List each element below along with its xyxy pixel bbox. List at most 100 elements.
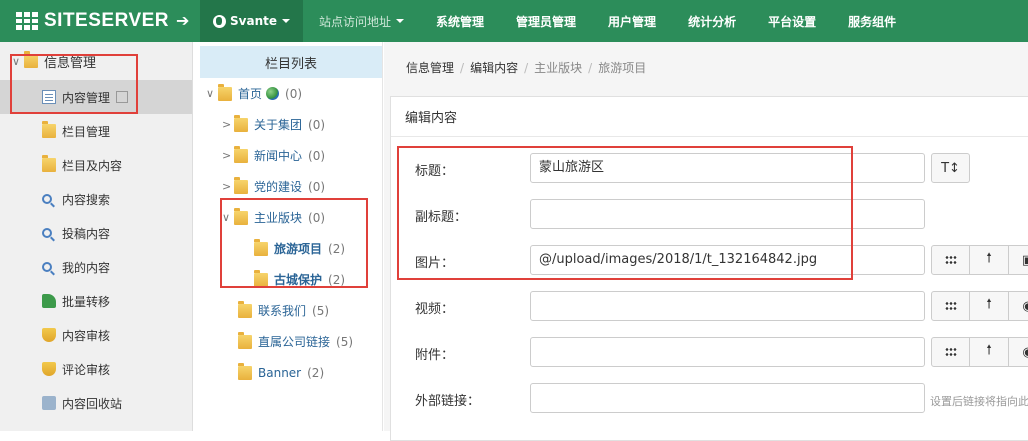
breadcrumb-item[interactable]: 编辑内容	[470, 61, 518, 75]
tree-node-old-city[interactable]: 古城保护 (2)	[200, 264, 382, 295]
sidebar-item-label: 内容审核	[62, 328, 111, 343]
tree-node-news[interactable]: > 新闻中心 (0)	[200, 140, 382, 171]
tree-title: 栏目列表	[200, 46, 382, 78]
nav-site-url[interactable]: 站点访问地址	[303, 0, 420, 42]
upload-arrow-icon: 🠕	[986, 251, 992, 266]
brand-name: SITESERVER	[44, 10, 170, 31]
select-image-button[interactable]	[931, 245, 970, 275]
field-label: 图片：	[415, 256, 455, 271]
attachment-input[interactable]	[530, 337, 925, 367]
upload-arrow-icon: 🠕	[986, 297, 992, 312]
field-external-link: 外部链接： 设置后链接将指向此	[391, 383, 1028, 415]
nav-admins[interactable]: 管理员管理	[500, 0, 592, 42]
shield-icon	[42, 362, 56, 376]
title-format-button[interactable]: T↕	[931, 153, 970, 183]
sidebar-item-label: 批量转移	[62, 294, 111, 309]
chevron-down-icon[interactable]: ∨	[206, 87, 216, 100]
field-label: 视频：	[415, 302, 455, 317]
tree-node-party[interactable]: > 党的建设 (0)	[200, 171, 382, 202]
tree-node-home[interactable]: ∨ 首页 (0)	[200, 78, 382, 109]
nav-platform[interactable]: 平台设置	[752, 0, 832, 42]
sidebar-item-content-review[interactable]: 内容审核	[0, 318, 192, 352]
crop-icon: ▣	[1021, 252, 1028, 268]
sidebar-group-info[interactable]: ∨ 信息管理	[0, 42, 192, 80]
chevron-right-icon[interactable]: >	[222, 118, 232, 131]
folder-icon	[42, 155, 56, 172]
tree-node-business[interactable]: ∨ 主业版块 (0)	[200, 202, 382, 233]
select-attachment-button[interactable]	[931, 337, 970, 367]
sidebar-item-batch-transfer[interactable]: 批量转移	[0, 284, 192, 318]
image-input[interactable]: @/upload/images/2018/1/t_132164842.jpg	[530, 245, 925, 275]
folder-icon	[234, 145, 248, 163]
select-video-button[interactable]	[931, 291, 970, 321]
title-input[interactable]: 蒙山旅游区	[530, 153, 925, 183]
sidebar-item-label: 栏目及内容	[62, 158, 123, 173]
main-nav: 站点访问地址 系统管理 管理员管理 用户管理 统计分析 平台设置 服务组件	[303, 0, 912, 42]
sidebar-item-comment-review[interactable]: 评论审核	[0, 352, 192, 386]
transfer-arrow-icon	[42, 294, 56, 308]
folder-icon	[24, 51, 38, 68]
nav-users[interactable]: 用户管理	[592, 0, 672, 42]
tree-node-count: (0)	[308, 117, 326, 132]
crop-image-button[interactable]: ▣	[1009, 245, 1028, 275]
sidebar-item-label: 评论审核	[62, 362, 111, 377]
site-switcher[interactable]: Svante	[200, 0, 303, 42]
open-external-icon[interactable]	[116, 91, 129, 103]
sidebar: ∨ 信息管理 内容管理 栏目管理 栏目及内容 内容搜索 投稿内容 我的内容 批量…	[0, 42, 193, 431]
edit-content-panel: 编辑内容 标题： 蒙山旅游区 T↕ 副标题： 图片： @/upload/imag…	[390, 96, 1028, 441]
tree-node-banner[interactable]: Banner (2)	[200, 357, 382, 388]
sidebar-item-search[interactable]: 内容搜索	[0, 182, 192, 216]
tree-node-about[interactable]: > 关于集团 (0)	[200, 109, 382, 140]
tree-node-tourism[interactable]: 旅游项目 (2)	[200, 233, 382, 264]
field-label: 标题：	[415, 164, 455, 179]
site-name: Svante	[230, 14, 277, 28]
external-link-input[interactable]	[530, 383, 925, 413]
sidebar-item-label: 投稿内容	[62, 226, 111, 241]
video-tools: 🠕 ◉	[931, 291, 1028, 321]
field-attachment: 附件： 🠕 ◉	[391, 337, 1028, 369]
folder-icon	[238, 362, 252, 380]
tree-node-contact[interactable]: 联系我们 (5)	[200, 295, 382, 326]
folder-icon	[234, 114, 248, 132]
video-input[interactable]	[530, 291, 925, 321]
globe-icon	[266, 87, 280, 100]
chevron-right-icon[interactable]: >	[222, 149, 232, 162]
sidebar-item-content[interactable]: 内容管理	[0, 80, 192, 114]
sidebar-item-submissions[interactable]: 投稿内容	[0, 216, 192, 250]
sidebar-item-channels[interactable]: 栏目管理	[0, 114, 192, 148]
tree-node-subsidiaries[interactable]: 直属公司链接 (5)	[200, 326, 382, 357]
breadcrumb-separator: /	[460, 61, 465, 75]
tree-node-label: 关于集团	[254, 118, 303, 132]
upload-video-button[interactable]: 🠕	[970, 291, 1009, 321]
subtitle-input[interactable]	[530, 199, 925, 229]
attachment-tools: 🠕 ◉	[931, 337, 1028, 367]
tree-node-count: (0)	[308, 148, 326, 163]
upload-arrow-icon: 🠕	[986, 343, 992, 358]
external-link-hint: 设置后链接将指向此	[930, 395, 1028, 408]
image-tools: 🠕 ▣	[931, 245, 1028, 275]
tree-node-count: (0)	[308, 179, 326, 194]
chevron-down-icon[interactable]: ∨	[222, 211, 232, 224]
upload-attachment-button[interactable]: 🠕	[970, 337, 1009, 367]
tree-node-count: (5)	[336, 334, 354, 349]
chevron-down-icon	[396, 19, 405, 23]
nav-system[interactable]: 系统管理	[420, 0, 500, 42]
chevron-right-icon[interactable]: >	[222, 180, 232, 193]
folder-icon	[234, 176, 248, 194]
upload-image-button[interactable]: 🠕	[970, 245, 1009, 275]
brand-logo[interactable]: SITESERVER	[0, 0, 200, 42]
sidebar-item-channels-content[interactable]: 栏目及内容	[0, 148, 192, 182]
collapse-arrow-icon[interactable]: ➔	[176, 11, 189, 30]
preview-attachment-button[interactable]: ◉	[1009, 337, 1028, 367]
nav-stats[interactable]: 统计分析	[672, 0, 752, 42]
preview-video-button[interactable]: ◉	[1009, 291, 1028, 321]
nav-services[interactable]: 服务组件	[832, 0, 912, 42]
field-title: 标题： 蒙山旅游区 T↕	[391, 153, 1028, 185]
sidebar-item-label: 内容回收站	[62, 396, 123, 411]
sidebar-item-my-content[interactable]: 我的内容	[0, 250, 192, 284]
folder-icon	[42, 121, 56, 138]
recycle-bin-icon	[42, 396, 56, 410]
sidebar-item-recycle-bin[interactable]: 内容回收站	[0, 386, 192, 420]
field-image: 图片： @/upload/images/2018/1/t_132164842.j…	[391, 245, 1028, 277]
breadcrumb-item[interactable]: 信息管理	[406, 61, 454, 75]
